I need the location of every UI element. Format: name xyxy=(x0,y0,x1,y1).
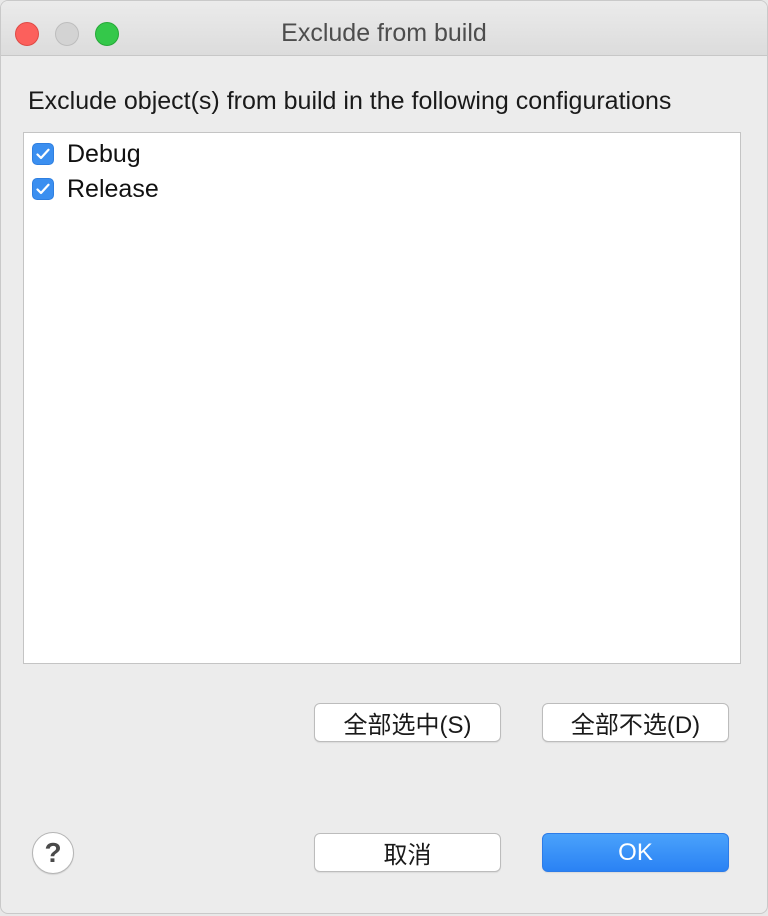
cancel-button[interactable]: 取消 xyxy=(314,833,501,872)
list-item-debug[interactable]: Debug xyxy=(32,137,141,171)
release-label: Release xyxy=(67,174,159,203)
window-title: Exclude from build xyxy=(281,19,487,47)
ok-button[interactable]: OK xyxy=(542,833,729,872)
check-icon xyxy=(36,183,50,195)
help-icon[interactable]: ? xyxy=(32,832,74,874)
list-item-release[interactable]: Release xyxy=(32,172,159,206)
release-checkbox[interactable] xyxy=(32,178,54,200)
configuration-list: Debug Release xyxy=(23,132,741,664)
instruction-text: Exclude object(s) from build in the foll… xyxy=(28,87,672,115)
title-bar: Exclude from build xyxy=(1,1,767,56)
debug-label: Debug xyxy=(67,139,141,168)
check-icon xyxy=(36,148,50,160)
debug-checkbox[interactable] xyxy=(32,143,54,165)
select-all-button[interactable]: 全部选中(S) xyxy=(314,703,501,742)
dialog-window: Exclude from build Exclude object(s) fro… xyxy=(0,0,768,914)
deselect-all-button[interactable]: 全部不选(D) xyxy=(542,703,729,742)
